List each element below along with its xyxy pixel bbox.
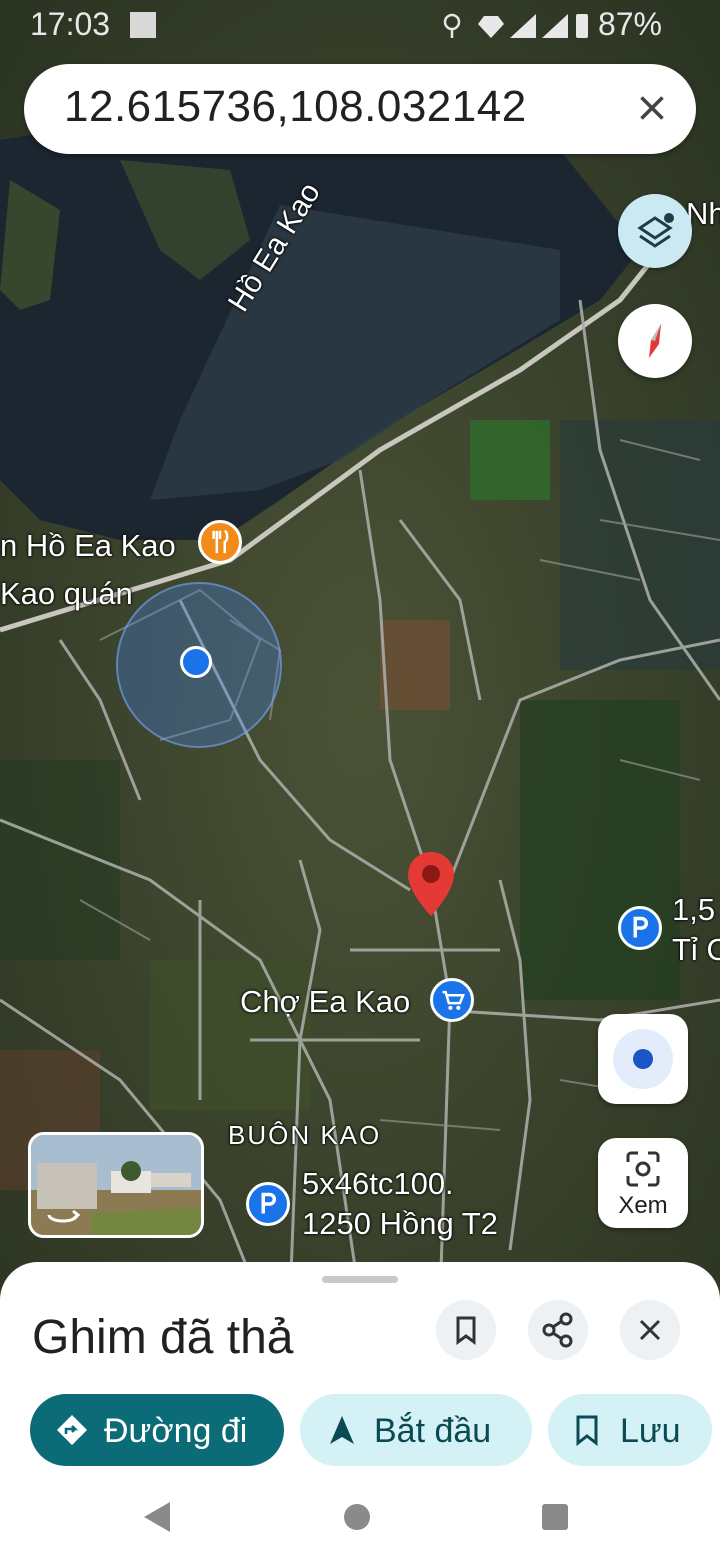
my-location-button[interactable] [598,1014,688,1104]
market-label[interactable]: Chợ Ea Kao [240,984,410,1020]
village-label: BUÔN KAO [228,1120,382,1150]
close-icon [639,1319,661,1341]
view-button[interactable]: Xem [598,1138,688,1228]
save-button[interactable]: Lưu [548,1394,712,1466]
directions-label: Đường đi [104,1412,248,1450]
camera-lens-icon [626,1151,660,1187]
directions-icon [57,1415,87,1445]
save-label: Lưu [620,1412,681,1450]
navigation-arrow-icon [330,1416,354,1444]
my-location-icon [613,1029,673,1089]
system-nav-bar [0,1470,720,1560]
clear-search-icon[interactable] [634,90,670,126]
parking-icon[interactable] [246,1182,290,1226]
sheet-title: Ghim đã thả [32,1311,294,1364]
bookmark-icon [456,1316,476,1345]
share-icon [542,1312,573,1348]
start-label: Bắt đầu [374,1412,492,1450]
shopping-cart-icon[interactable] [430,978,474,1022]
current-location-dot [180,646,212,678]
parking-icon-2[interactable] [618,906,662,950]
parking-label-line1[interactable]: 5x46tc100. [302,1166,454,1202]
satellite-map[interactable] [0,0,720,1300]
share-button[interactable] [528,1300,588,1360]
parking-label-2-line1[interactable]: 1,5 [672,892,715,928]
notification-icon [130,12,156,38]
sheet-drag-handle[interactable] [322,1276,398,1283]
street-view-thumbnail[interactable] [28,1132,204,1238]
restaurant-icon[interactable] [198,520,242,564]
search-bar[interactable]: 12.615736,108.032142 [24,64,696,154]
search-query[interactable]: 12.615736,108.032142 [64,82,527,132]
back-icon[interactable] [142,1500,172,1534]
compass-icon [648,322,662,360]
360-rotate-icon [47,1209,81,1223]
bookmark-button[interactable] [436,1300,496,1360]
parking-label-2-line2[interactable]: Tỉ C [672,932,720,968]
status-time: 17:03 [30,6,111,42]
layers-icon [637,213,674,248]
compass-button[interactable] [618,304,692,378]
save-bookmark-icon [576,1415,598,1446]
layers-button[interactable] [618,194,692,268]
directions-button[interactable]: Đường đi [30,1394,284,1466]
status-bar: 17:03 87% [0,0,720,50]
restaurant-label[interactable]: n Hồ Ea Kao [0,528,176,564]
dropped-pin-icon[interactable] [406,850,456,920]
battery-percent: 87% [597,6,662,42]
parking-label-line2[interactable]: 1250 Hồng T2 [302,1206,498,1242]
recents-icon[interactable] [540,1502,570,1532]
start-button[interactable]: Bắt đầu [300,1394,532,1466]
home-icon[interactable] [342,1502,372,1532]
restaurant-label-2[interactable]: Kao quán [0,576,133,612]
map-imagery [0,0,720,1300]
view-label: Xem [618,1192,668,1219]
status-icons [443,13,588,38]
close-sheet-button[interactable] [620,1300,680,1360]
